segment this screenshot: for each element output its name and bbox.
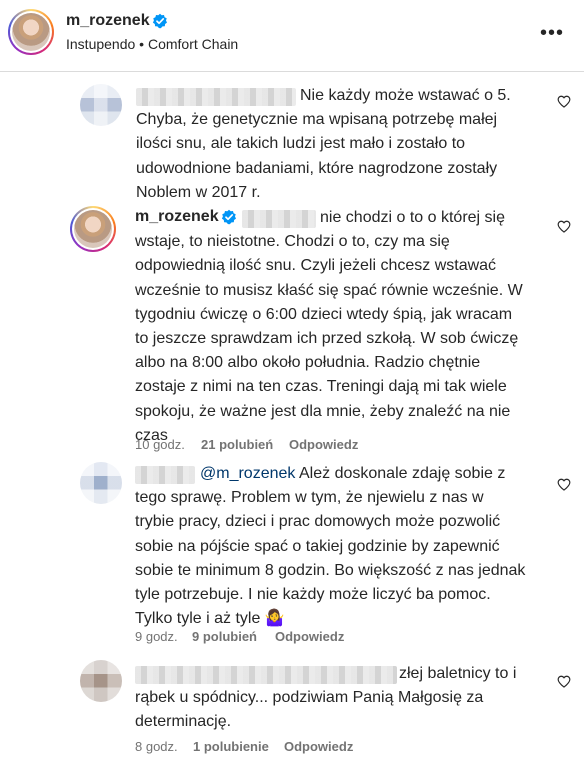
header-username[interactable]: m_rozenek: [66, 12, 150, 30]
comment-text: Ależ doskonale zdaję sobie z tego sprawę…: [135, 465, 526, 628]
more-options-icon[interactable]: •••: [540, 22, 564, 45]
heart-icon[interactable]: [557, 220, 571, 233]
comment-text: złej baletnicy to i rąbek u spódnicy... …: [135, 665, 517, 731]
heart-icon[interactable]: [557, 675, 571, 688]
heart-icon[interactable]: [557, 478, 571, 491]
verified-badge-icon: [152, 13, 167, 29]
profile-avatar[interactable]: [8, 9, 54, 55]
comment-like-count[interactable]: 1 polubienie: [193, 739, 269, 754]
comment-text: nie chodzi o to o której się wstaje, to …: [135, 209, 523, 444]
header-audio-subtitle[interactable]: Instupendo • Comfort Chain: [66, 36, 238, 52]
heart-icon[interactable]: [557, 95, 571, 108]
reply-button[interactable]: Odpowiedz: [275, 629, 344, 644]
comment-timestamp: 8 godz.: [135, 739, 178, 754]
comment-timestamp: 10 godz.: [135, 437, 185, 452]
comment-like-count[interactable]: 21 polubień: [201, 437, 273, 452]
commenter-avatar[interactable]: [80, 462, 122, 504]
comment-timestamp: 9 godz.: [135, 629, 178, 644]
commenter-avatar[interactable]: [80, 660, 122, 702]
commenter-avatar[interactable]: [70, 206, 116, 252]
comment-like-count[interactable]: 9 polubień: [192, 629, 257, 644]
reply-button[interactable]: Odpowiedz: [284, 739, 353, 754]
reply-button[interactable]: Odpowiedz: [289, 437, 358, 452]
comment-text: Nie każdy może wstawać o 5. Chyba, że ge…: [136, 87, 511, 201]
commenter-avatar[interactable]: [80, 84, 122, 126]
post-header: m_rozenek Instupendo • Comfort Chain •••: [0, 0, 584, 72]
